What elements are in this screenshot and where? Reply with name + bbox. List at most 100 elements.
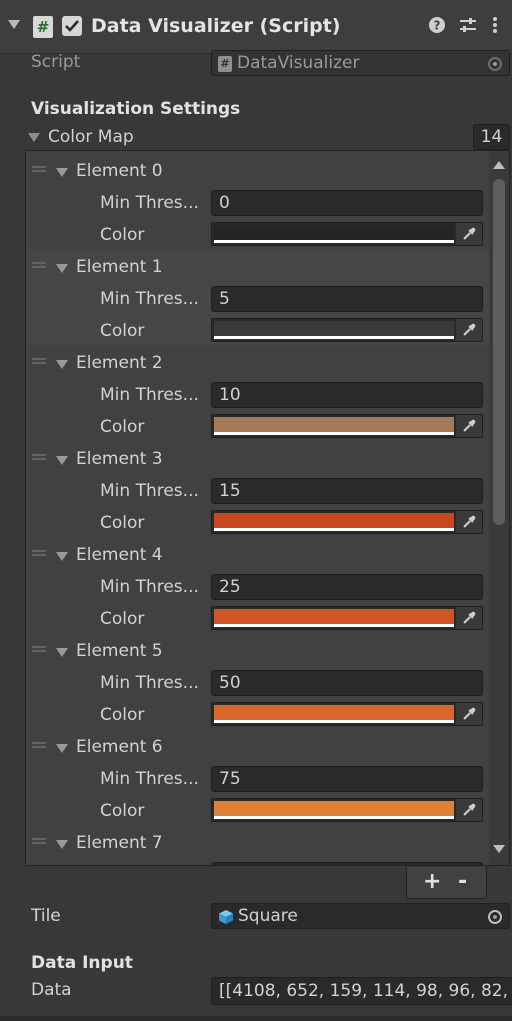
list-item: Element 0 Min Thres... 0 Color — [26, 153, 491, 249]
color-field[interactable] — [211, 798, 483, 822]
tile-label: Tile — [31, 906, 61, 926]
min-threshold-label: Min Thres... — [100, 289, 199, 309]
color-swatch — [214, 225, 454, 240]
element-label[interactable]: Element 5 — [76, 641, 163, 661]
data-label: Data — [31, 980, 72, 1000]
min-threshold-field[interactable]: 75 — [211, 766, 483, 792]
eyedropper-icon[interactable] — [456, 607, 482, 629]
script-value: DataVisualizer — [237, 53, 360, 73]
element-foldout-icon[interactable] — [56, 552, 68, 561]
remove-element-button[interactable]: - — [458, 869, 467, 894]
element-label[interactable]: Element 0 — [76, 161, 163, 181]
drag-handle-icon[interactable] — [32, 646, 46, 652]
eyedropper-icon[interactable] — [456, 703, 482, 725]
color-field[interactable] — [211, 606, 483, 630]
eyedropper-icon[interactable] — [456, 223, 482, 245]
element-foldout-icon[interactable] — [56, 456, 68, 465]
eyedropper-icon[interactable] — [456, 799, 482, 821]
alpha-bar — [214, 816, 454, 819]
list-item: Element 6 Min Thres... 75 Color — [26, 729, 491, 825]
drag-handle-icon[interactable] — [32, 838, 46, 844]
alpha-bar — [214, 528, 454, 531]
drag-handle-icon[interactable] — [32, 358, 46, 364]
min-threshold-label: Min Thres... — [100, 769, 199, 789]
tile-field[interactable]: Square — [211, 903, 510, 929]
element-foldout-icon[interactable] — [56, 648, 68, 657]
list-scrollbar[interactable] — [489, 151, 509, 865]
min-threshold-label: Min Thres... — [100, 385, 199, 405]
drag-handle-icon[interactable] — [32, 454, 46, 460]
section-visualization-settings: Visualization Settings — [31, 99, 241, 119]
alpha-bar — [214, 240, 454, 243]
section-data-input: Data Input — [31, 953, 133, 973]
element-label[interactable]: Element 6 — [76, 737, 163, 757]
min-threshold-label: Min Thres... — [100, 193, 199, 213]
min-threshold-field[interactable] — [211, 862, 483, 865]
color-field[interactable] — [211, 222, 483, 246]
color-label: Color — [100, 801, 145, 821]
min-threshold-field[interactable]: 5 — [211, 286, 483, 312]
min-threshold-field[interactable]: 0 — [211, 190, 483, 216]
element-foldout-icon[interactable] — [56, 168, 68, 177]
element-foldout-icon[interactable] — [56, 264, 68, 273]
divider — [0, 1016, 512, 1021]
color-swatch — [214, 321, 454, 336]
min-threshold-field[interactable]: 25 — [211, 574, 483, 600]
prefab-cube-icon — [219, 910, 233, 924]
color-swatch — [214, 513, 454, 528]
eyedropper-icon[interactable] — [456, 415, 482, 437]
checkmark-icon — [65, 20, 79, 32]
element-foldout-icon[interactable] — [56, 840, 68, 849]
color-field[interactable] — [211, 510, 483, 534]
drag-handle-icon[interactable] — [32, 262, 46, 268]
scroll-thumb[interactable] — [493, 179, 505, 525]
script-label: Script — [31, 52, 81, 72]
element-label[interactable]: Element 2 — [76, 353, 163, 373]
min-threshold-label: Min Thres... — [100, 577, 199, 597]
help-icon[interactable]: ? — [428, 16, 448, 36]
eyedropper-icon[interactable] — [456, 319, 482, 341]
element-foldout-icon[interactable] — [56, 744, 68, 753]
alpha-bar — [214, 624, 454, 627]
alpha-bar — [214, 720, 454, 723]
foldout-arrow-icon[interactable] — [8, 20, 20, 29]
color-map-foldout-icon[interactable] — [28, 133, 40, 142]
min-threshold-field[interactable]: 15 — [211, 478, 483, 504]
min-threshold-field[interactable]: 50 — [211, 670, 483, 696]
element-label[interactable]: Element 1 — [76, 257, 163, 277]
list-item: Element 3 Min Thres... 15 Color — [26, 441, 491, 537]
element-label[interactable]: Element 4 — [76, 545, 163, 565]
scroll-down-icon[interactable] — [493, 845, 505, 853]
script-icon: # — [33, 16, 53, 38]
color-label: Color — [100, 705, 145, 725]
element-label[interactable]: Element 3 — [76, 449, 163, 469]
min-threshold-field[interactable]: 10 — [211, 382, 483, 408]
color-map-list: Element 0 Min Thres... 0 Color Element 1… — [25, 150, 510, 866]
element-label[interactable]: Element 7 — [76, 833, 163, 853]
color-label: Color — [100, 321, 145, 341]
enabled-checkbox[interactable] — [62, 16, 82, 36]
color-map-size-field[interactable]: 14 — [473, 124, 510, 150]
color-field[interactable] — [211, 702, 483, 726]
more-options-icon[interactable] — [491, 16, 511, 36]
color-field[interactable] — [211, 318, 483, 342]
alpha-bar — [214, 336, 454, 339]
color-map-label[interactable]: Color Map — [48, 127, 134, 147]
scroll-up-icon[interactable] — [493, 161, 505, 169]
element-foldout-icon[interactable] — [56, 360, 68, 369]
color-label: Color — [100, 225, 145, 245]
list-item: Element 5 Min Thres... 50 Color — [26, 633, 491, 729]
drag-handle-icon[interactable] — [32, 166, 46, 172]
object-picker-icon[interactable] — [488, 910, 502, 924]
color-swatch — [214, 609, 454, 624]
min-threshold-label: Min Thres... — [100, 481, 199, 501]
data-field[interactable]: [[4108, 652, 159, 114, 98, 96, 82, 1 — [211, 977, 512, 1005]
drag-handle-icon[interactable] — [32, 742, 46, 748]
presets-icon[interactable] — [458, 16, 478, 36]
color-label: Color — [100, 609, 145, 629]
add-element-button[interactable]: + — [423, 869, 441, 894]
eyedropper-icon[interactable] — [456, 511, 482, 533]
color-field[interactable] — [211, 414, 483, 438]
color-swatch — [214, 801, 454, 816]
drag-handle-icon[interactable] — [32, 550, 46, 556]
